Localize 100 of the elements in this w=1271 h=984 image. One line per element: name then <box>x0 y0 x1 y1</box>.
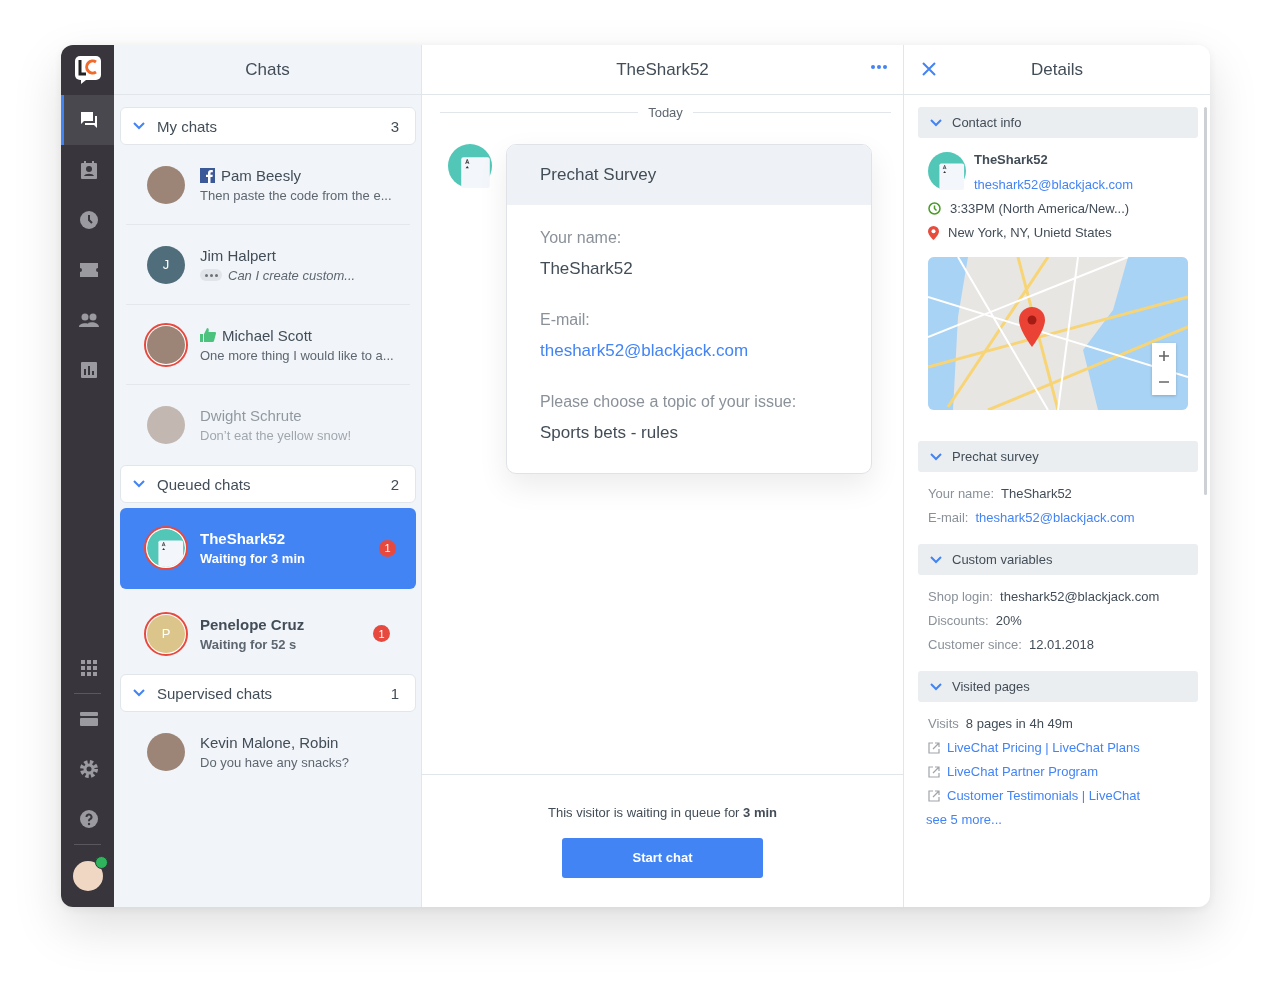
chevron-icon <box>133 689 145 697</box>
avatar-photo-placeholder <box>147 325 185 364</box>
field-label: Your name: <box>928 486 994 501</box>
external-link-icon <box>928 789 940 802</box>
playing-card-avatar-icon <box>928 152 966 190</box>
clock-icon <box>80 211 98 229</box>
contact-name: Pam Beesly <box>221 166 302 184</box>
playing-card-avatar-icon <box>448 144 492 188</box>
nav-item[interactable] <box>61 95 114 145</box>
zoom-in-icon[interactable] <box>1158 350 1170 362</box>
playing-card-avatar-icon <box>147 529 185 567</box>
field-value: TheShark52 <box>1001 486 1072 501</box>
field-label: E-mail: <box>928 510 969 525</box>
help-icon <box>80 810 98 828</box>
contact-name: Penelope Cruz <box>200 615 305 633</box>
more-options-icon[interactable] <box>869 63 889 71</box>
field-label: Discounts: <box>928 613 989 628</box>
field-value: TheShark52 <box>540 259 634 279</box>
field-value: 20% <box>995 613 1022 628</box>
start-chat-button[interactable]: Start chat <box>562 837 763 878</box>
avatar-photo-placeholder <box>147 165 185 204</box>
unread-count: 1 <box>373 625 390 642</box>
message-preview: Do you have any snacks? <box>200 754 349 770</box>
scrollbar[interactable] <box>1204 107 1207 495</box>
unread-count: 1 <box>379 539 396 557</box>
bar-chart-icon <box>81 362 97 378</box>
chat-list-item[interactable]: Kevin Malone, Robin Do you have any snacks? <box>126 712 410 792</box>
email-link[interactable]: theshark52@blackjack.com <box>974 177 1134 192</box>
card-icon <box>80 712 98 726</box>
map-pin-icon <box>1019 307 1045 347</box>
field-label: Customer since: <box>928 637 1022 652</box>
avatar-initial: P <box>147 614 185 653</box>
settings-icon <box>80 760 98 778</box>
page-link[interactable]: LiveChat Pricing | LiveChat Plans <box>947 740 1140 755</box>
chat-list-item[interactable]: J Jim Halpert Can I create custom... <box>126 225 410 305</box>
section-header[interactable]: Custom variables <box>918 544 1198 575</box>
clock-icon <box>928 202 941 215</box>
email-link[interactable]: theshark52@blackjack.com <box>540 341 838 361</box>
facebook-icon <box>200 167 215 183</box>
section-header[interactable]: Visited pages <box>918 671 1198 702</box>
user-avatar[interactable] <box>72 861 103 891</box>
external-link-icon <box>928 765 940 778</box>
chat-bubbles-icon <box>80 111 98 129</box>
contact-name: Michael Scott <box>222 326 313 344</box>
message-preview: One more thing I would like to a... <box>200 347 394 363</box>
chat-list-item[interactable]: Pam Beesly Then paste the code from the e... <box>126 145 410 225</box>
chat-list-item[interactable]: Michael Scott One more thing I would like to a... <box>126 305 410 385</box>
section-header[interactable]: Supervised chats 1 <box>120 674 416 712</box>
page-link[interactable]: LiveChat Partner Program <box>947 764 1098 779</box>
field-label: E-mail: <box>540 311 591 329</box>
chevron-icon <box>133 480 145 488</box>
location-pin-icon <box>928 225 939 240</box>
survey-title: Prechat Survey <box>540 165 657 185</box>
section-header[interactable]: Prechat survey <box>918 441 1198 472</box>
field-value: 8 pages in 4h 49m <box>965 716 1073 731</box>
field-value: 12.01.2018 <box>1028 637 1094 652</box>
field-value: theshark52@blackjack.com <box>1000 589 1160 604</box>
contact-name: TheShark52 <box>974 152 1049 167</box>
chevron-icon <box>930 555 942 564</box>
email-link[interactable]: theshark52@blackjack.com <box>975 510 1135 525</box>
chevron-icon <box>930 682 942 691</box>
field-label: Please choose a topic of your issue: <box>540 393 798 411</box>
contact-card-icon <box>81 161 97 179</box>
grid-icon <box>81 660 97 676</box>
avatar-photo-placeholder <box>147 732 185 771</box>
location: New York, NY, Unietd States <box>948 225 1112 240</box>
see-more-link[interactable]: see 5 more... <box>926 812 1188 827</box>
contact-name: TheShark52 <box>200 530 286 547</box>
field-value: Sports bets - rules <box>540 423 679 443</box>
page-link[interactable]: Customer Testimonials | LiveChat <box>947 788 1141 803</box>
chevron-icon <box>930 118 942 127</box>
contact-name: Kevin Malone, Robin <box>200 733 339 751</box>
message-preview: Then paste the code from the e... <box>200 187 392 203</box>
people-icon <box>79 313 99 327</box>
date-separator: Today <box>648 105 683 120</box>
section-header[interactable]: My chats 3 <box>120 107 416 145</box>
avatar-initial: J <box>147 245 185 284</box>
field-label: Your name: <box>540 229 623 247</box>
chat-title: TheShark52 <box>616 59 709 80</box>
message-preview: Can I create custom... <box>228 267 356 283</box>
chevron-icon <box>133 122 145 130</box>
message-preview: Waiting for 3 min <box>200 551 305 566</box>
message-preview: Waiting for 52 s <box>200 636 297 652</box>
chat-list-item[interactable]: P Penelope Cruz Waiting for 52 s 1 <box>126 594 410 674</box>
section-header[interactable]: Contact info <box>918 107 1198 138</box>
queue-notice: This visitor is waiting in queue for 3 min <box>547 804 778 820</box>
thumbs-up-icon <box>200 328 216 342</box>
ticket-icon <box>80 263 98 277</box>
close-icon[interactable] <box>922 62 936 76</box>
section-header[interactable]: Queued chats 2 <box>120 465 416 503</box>
avatar-photo-placeholder <box>147 405 185 444</box>
field-label: Visits <box>928 716 959 731</box>
panel-title: Details <box>1031 59 1083 80</box>
chat-list-item[interactable]: TheShark52 Waiting for 3 min 1 <box>120 508 416 589</box>
external-link-icon <box>928 741 940 754</box>
message-preview: Don’t eat the yellow snow! <box>200 427 352 443</box>
field-label: Shop login: <box>928 589 994 604</box>
chevron-icon <box>930 452 942 461</box>
contact-name: Dwight Schrute <box>200 406 302 424</box>
local-time: 3:33PM (North America/New...) <box>950 201 1130 216</box>
